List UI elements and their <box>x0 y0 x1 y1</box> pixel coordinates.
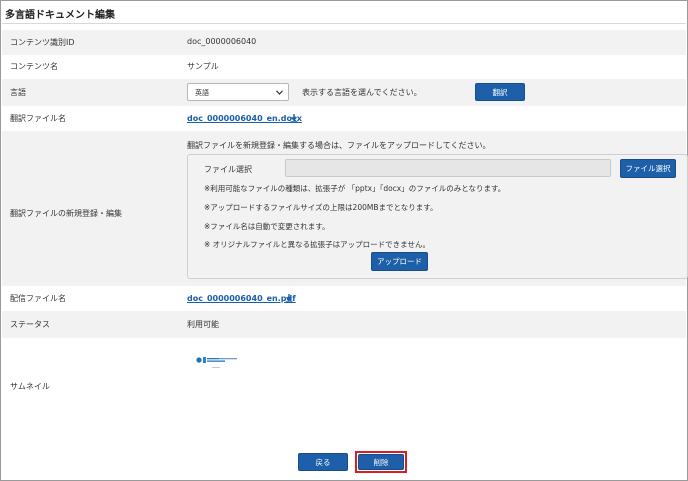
thumbnail-label: サムネイル <box>10 382 50 391</box>
translation-file-link[interactable]: doc_0000006040_en.docx <box>187 114 302 123</box>
language-select[interactable]: 英語 <box>187 83 289 101</box>
download-icon[interactable] <box>284 293 294 303</box>
back-button[interactable]: 戻る <box>298 453 348 471</box>
upload-box: ファイル選択 ファイル選択 ※利用可能なファイルの種類は、拡張子が 「pptx」… <box>187 154 688 279</box>
edit-panel: 多言語ドキュメント編集 コンテンツ識別ID doc_0000006040 コンテ… <box>0 0 688 481</box>
content-name-value: サンプル <box>187 62 219 71</box>
thumbnail-image <box>195 353 239 371</box>
file-select-button[interactable]: ファイル選択 <box>620 159 676 178</box>
upload-button[interactable]: アップロード <box>371 252 428 271</box>
content-name-label: コンテンツ名 <box>10 62 58 71</box>
note-extension-mismatch: ※ オリジナルファイルと異なる拡張子はアップロードできません。 <box>204 240 430 249</box>
delivery-file-label: 配信ファイル名 <box>10 294 66 303</box>
chevron-down-icon <box>276 90 283 95</box>
file-select-label: ファイル選択 <box>204 165 252 174</box>
page-title: 多言語ドキュメント編集 <box>5 10 115 21</box>
translation-file-label: 翻訳ファイル名 <box>10 114 66 123</box>
row-delivery-file: 配信ファイル名 <box>2 286 686 311</box>
row-thumbnail: サムネイル <box>2 338 686 433</box>
status-label: ステータス <box>10 320 50 329</box>
language-select-value: 英語 <box>195 89 209 97</box>
note-size-limit: ※アップロードするファイルサイズの上限は200MBまでとなります。 <box>204 203 438 212</box>
title-divider <box>2 23 686 24</box>
row-content-name: コンテンツ名 サンプル <box>2 55 686 79</box>
row-language: 言語 表示する言語を選んでください。 <box>2 79 686 106</box>
delete-button[interactable]: 削除 <box>358 454 404 470</box>
row-status: ステータス 利用可能 <box>2 311 686 338</box>
note-file-types: ※利用可能なファイルの種類は、拡張子が 「pptx」「docx」のファイルのみと… <box>204 184 506 193</box>
content-id-value: doc_0000006040 <box>187 37 257 46</box>
delivery-file-link[interactable]: doc_0000006040_en.pdf <box>187 294 296 303</box>
translation-upload-label: 翻訳ファイルの新規登録・編集 <box>10 209 122 218</box>
language-label: 言語 <box>10 88 26 97</box>
content-id-label: コンテンツ識別ID <box>10 38 75 47</box>
row-content-id: コンテンツ識別ID doc_0000006040 <box>2 30 686 55</box>
language-hint: 表示する言語を選んでください。 <box>302 88 422 97</box>
translate-button[interactable]: 翻訳 <box>475 83 525 101</box>
file-path-input[interactable] <box>285 159 611 177</box>
upload-instruction: 翻訳ファイルを新規登録・編集する場合は、ファイルをアップロードしてください。 <box>187 141 491 150</box>
download-icon[interactable] <box>289 113 299 123</box>
row-translation-file: 翻訳ファイル名 <box>2 106 686 131</box>
note-auto-rename: ※ファイル名は自動で変更されます。 <box>204 222 330 231</box>
status-value: 利用可能 <box>187 320 219 329</box>
